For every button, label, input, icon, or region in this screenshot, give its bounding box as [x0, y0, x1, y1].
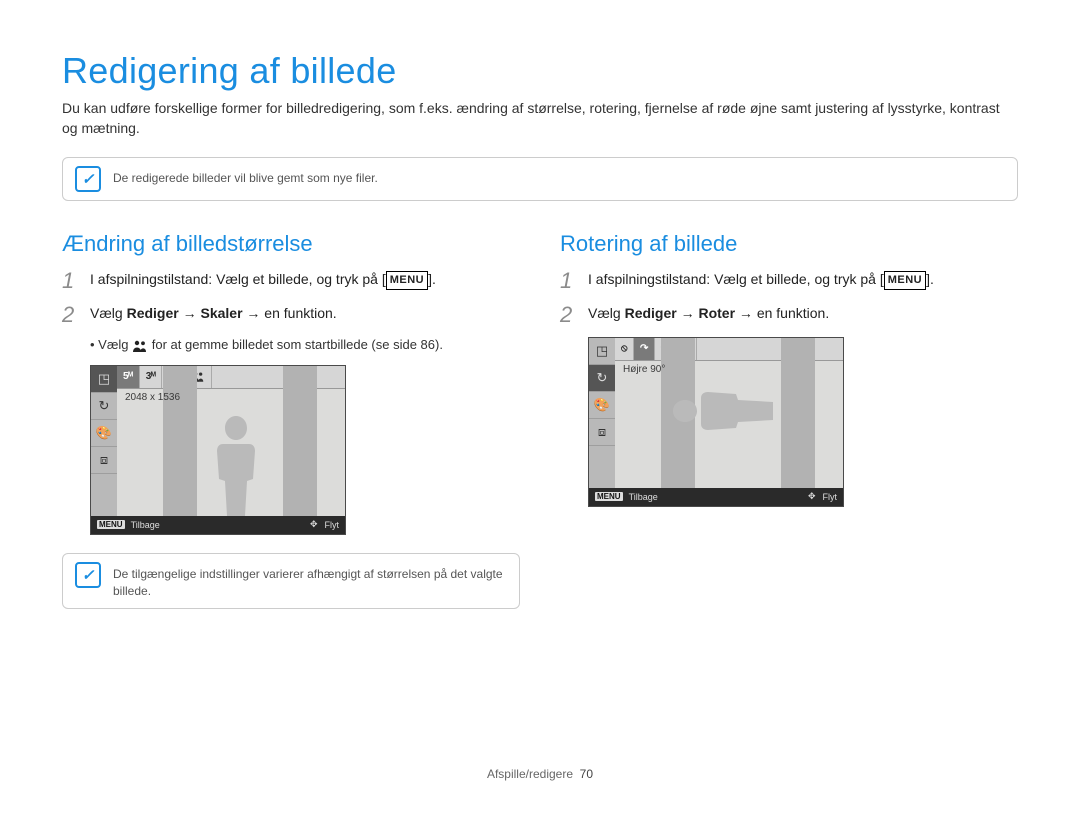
cam-footer: MENU Tilbage ✥ Flyt	[589, 488, 843, 506]
step-l1-prefix: I afspilningstilstand: Vælg et billede, …	[90, 271, 386, 287]
note-icon: ✓	[75, 562, 101, 588]
note-top-text: De redigerede billeder vil blive gemt so…	[113, 166, 378, 187]
sidebar-adjust-icon: ⧈	[589, 419, 615, 446]
menu-badge: MENU	[884, 271, 926, 290]
cam-opt-rotate-left-icon: ↶	[655, 338, 676, 360]
cam-opt-rotate-right-icon: ↷	[634, 338, 655, 360]
sidebar-resize-icon: ◳	[91, 366, 117, 393]
step-r2-body: Vælg Rediger → Roter → en funktion.	[588, 303, 829, 325]
t-bold: Rediger	[127, 305, 179, 321]
col-right: Rotering af billede 1 I afspilningstilst…	[560, 231, 1018, 639]
menu-badge-small: MENU	[595, 492, 623, 501]
step-l2-body: Vælg Rediger → Skaler → en funktion.	[90, 303, 337, 325]
steps-right: 1 I afspilningstilstand: Vælg et billede…	[560, 269, 1018, 327]
cam-resolution-label: 2048 x 1536	[125, 392, 180, 403]
step-l1: 1 I afspilningstilstand: Vælg et billede…	[62, 269, 520, 293]
step-l1-body: I afspilningstilstand: Vælg et billede, …	[90, 269, 436, 291]
menu-badge: MENU	[386, 271, 428, 290]
person-silhouette-icon	[207, 416, 265, 516]
page-footer: Afspille/redigere 70	[0, 767, 1080, 781]
sidebar-palette-icon: 🎨	[91, 420, 117, 447]
cam-opt-off-icon: ⦸	[615, 338, 634, 360]
cam-opt: 3ᴹ	[140, 366, 163, 388]
heading-rotate: Rotering af billede	[560, 231, 1018, 257]
t-bold: Skaler	[200, 305, 242, 321]
page-intro: Du kan udføre forskellige former for bil…	[62, 98, 1012, 139]
heading-resize: Ændring af billedstørrelse	[62, 231, 520, 257]
step-l1-suffix: ].	[428, 271, 436, 287]
cam-main: ⦸ ↷ ↶ ↺ Højre 90°	[615, 338, 843, 488]
t: ].	[926, 271, 934, 287]
t: →	[179, 305, 201, 321]
cam-back: Tilbage	[131, 520, 160, 530]
step-r1-body: I afspilningstilstand: Vælg et billede, …	[588, 269, 934, 291]
t: Vælg	[98, 337, 132, 352]
cam-options-row: ⦸ ↷ ↶ ↺	[615, 338, 843, 361]
t: for at gemme billedet som startbillede (…	[148, 337, 443, 352]
person-silhouette-rotated-icon	[673, 382, 773, 440]
t: → en funktion.	[243, 305, 337, 321]
sidebar-rotate-icon: ↻	[589, 365, 615, 392]
cam-opt-rotate-180-icon: ↺	[676, 338, 697, 360]
bullet-l: Vælg for at gemme billedet som startbill…	[90, 337, 520, 355]
sidebar-resize-icon: ◳	[589, 338, 615, 365]
cam-main: 5ᴹ 3ᴹ 1ᴹ 2048 x 1536	[117, 366, 345, 516]
dpad-icon: ✥	[310, 519, 319, 530]
dpad-icon: ✥	[808, 491, 817, 502]
step-l2: 2 Vælg Rediger → Skaler → en funktion.	[62, 303, 520, 327]
t: →	[677, 305, 699, 321]
step-number: 2	[62, 303, 80, 327]
cam-move: Flyt	[823, 492, 838, 502]
sidebar-rotate-icon: ↻	[91, 393, 117, 420]
step-number: 1	[62, 269, 80, 293]
cam-options-row: 5ᴹ 3ᴹ 1ᴹ	[117, 366, 345, 389]
step-number: 1	[560, 269, 578, 293]
page-title: Redigering af billede	[62, 50, 1018, 92]
t: → en funktion.	[735, 305, 829, 321]
t-bold: Rediger	[625, 305, 677, 321]
t: I afspilningstilstand: Vælg et billede, …	[588, 271, 884, 287]
sidebar-palette-icon: 🎨	[589, 392, 615, 419]
col-left: Ændring af billedstørrelse 1 I afspilnin…	[62, 231, 520, 639]
note-icon: ✓	[75, 166, 101, 192]
note-left-text: De tilgængelige indstillinger varierer a…	[113, 562, 507, 600]
step-r1: 1 I afspilningstilstand: Vælg et billede…	[560, 269, 1018, 293]
cam-back: Tilbage	[629, 492, 658, 502]
steps-left: 1 I afspilningstilstand: Vælg et billede…	[62, 269, 520, 327]
cam-opt: 1ᴹ	[162, 366, 185, 388]
manual-page: Redigering af billede Du kan udføre fors…	[0, 0, 1080, 815]
cam-move: Flyt	[325, 520, 340, 530]
note-left: ✓ De tilgængelige indstillinger varierer…	[62, 553, 520, 609]
people-icon	[132, 340, 148, 355]
cam-rotate-label: Højre 90°	[623, 364, 665, 375]
menu-badge-small: MENU	[97, 520, 125, 529]
t: Vælg	[588, 305, 625, 321]
sidebar-adjust-icon: ⧈	[91, 447, 117, 474]
cam-opt-people-icon	[185, 366, 212, 388]
camera-screen-rotate: ◳ ↻ 🎨 ⧈ ⦸ ↷ ↶ ↺ Højre 90°	[588, 337, 844, 507]
camera-screen-resize: ◳ ↻ 🎨 ⧈ 5ᴹ 3ᴹ 1ᴹ 2048 x 1536	[90, 365, 346, 535]
note-top: ✓ De redigerede billeder vil blive gemt …	[62, 157, 1018, 201]
t: Vælg	[90, 305, 127, 321]
cam-sidebar: ◳ ↻ 🎨 ⧈	[91, 366, 117, 516]
columns: Ændring af billedstørrelse 1 I afspilnin…	[62, 231, 1018, 639]
cam-opt: 5ᴹ	[117, 366, 140, 388]
cam-sidebar: ◳ ↻ 🎨 ⧈	[589, 338, 615, 488]
step-number: 2	[560, 303, 578, 327]
cam-footer: MENU Tilbage ✥ Flyt	[91, 516, 345, 534]
footer-page-number: 70	[580, 767, 593, 781]
step-r2: 2 Vælg Rediger → Roter → en funktion.	[560, 303, 1018, 327]
t-bold: Roter	[698, 305, 735, 321]
footer-section: Afspille/redigere	[487, 767, 573, 781]
